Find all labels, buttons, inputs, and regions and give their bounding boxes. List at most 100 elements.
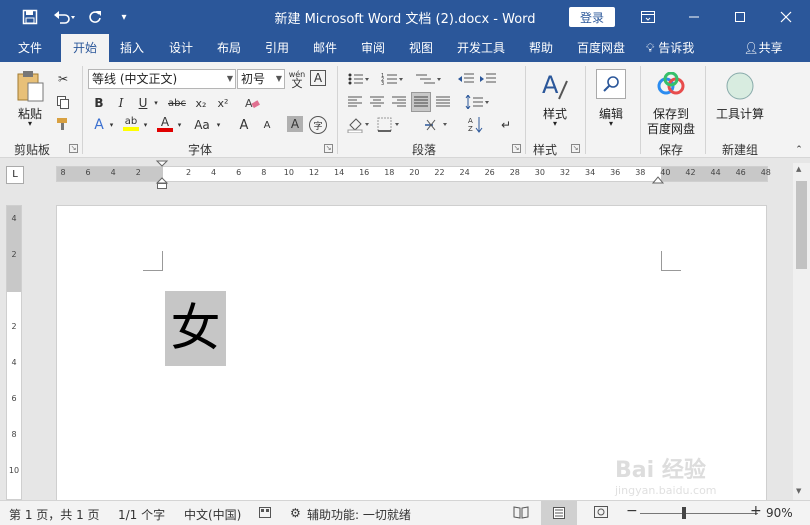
tab-home[interactable]: 开始 bbox=[61, 34, 109, 62]
underline-dropdown-icon[interactable]: ▾ bbox=[151, 94, 161, 112]
cut-icon[interactable]: ✂ bbox=[54, 70, 72, 88]
multilevel-list-icon[interactable] bbox=[414, 70, 442, 88]
clear-formatting-icon[interactable]: A bbox=[242, 94, 262, 112]
paragraph-launcher-icon[interactable]: ↘ bbox=[512, 144, 521, 153]
macro-recording-icon[interactable] bbox=[258, 505, 272, 522]
change-case-icon[interactable]: Aa bbox=[190, 116, 214, 134]
close-icon[interactable] bbox=[763, 0, 809, 34]
font-launcher-icon[interactable]: ↘ bbox=[324, 144, 333, 153]
tab-insert[interactable]: 插入 bbox=[110, 34, 154, 62]
tab-mailings[interactable]: 邮件 bbox=[303, 34, 347, 62]
zoom-in-button[interactable]: + bbox=[750, 503, 762, 519]
align-left-icon[interactable] bbox=[346, 93, 364, 111]
calculator-icon[interactable] bbox=[725, 71, 755, 101]
paste-icon[interactable] bbox=[12, 68, 48, 104]
language-status[interactable]: 中文(中国) bbox=[184, 506, 241, 523]
customize-qat-icon[interactable]: ▾ bbox=[114, 7, 134, 27]
tab-selector-button[interactable]: L bbox=[6, 166, 24, 184]
tool-calc-label[interactable]: 工具计算 bbox=[712, 105, 768, 122]
scroll-up-icon[interactable]: ▲ bbox=[796, 165, 801, 173]
right-indent-marker-icon[interactable] bbox=[652, 172, 666, 184]
line-spacing-icon[interactable] bbox=[464, 93, 492, 111]
show-marks-icon[interactable]: ↵ bbox=[496, 115, 516, 135]
chevron-down-icon[interactable]: ▾ bbox=[107, 116, 116, 134]
phonetic-guide-icon[interactable]: wén 文 bbox=[287, 68, 307, 90]
indent-markers-icon[interactable] bbox=[155, 160, 171, 190]
tab-baidu-pan[interactable]: 百度网盘 bbox=[572, 34, 630, 62]
chevron-down-icon[interactable]: ▾ bbox=[588, 119, 634, 128]
borders-icon[interactable] bbox=[376, 116, 402, 134]
styles-icon[interactable]: A bbox=[540, 70, 570, 104]
accessibility-status[interactable]: 辅助功能: 一切就绪 bbox=[307, 506, 411, 523]
chevron-down-icon[interactable]: ▾ bbox=[141, 116, 150, 134]
numbering-icon[interactable]: 123 bbox=[380, 70, 404, 88]
word-count[interactable]: 1/1 个字 bbox=[118, 506, 165, 523]
vertical-scrollbar[interactable]: ▲ ▼ bbox=[793, 163, 810, 500]
zoom-slider-thumb[interactable] bbox=[682, 507, 686, 519]
tab-review[interactable]: 审阅 bbox=[351, 34, 395, 62]
copy-icon[interactable] bbox=[54, 93, 72, 111]
tell-me-search[interactable]: 💡︎ 告诉我 bbox=[646, 34, 714, 62]
enclose-char-icon[interactable]: 字 bbox=[309, 116, 327, 134]
tab-design[interactable]: 设计 bbox=[159, 34, 203, 62]
redo-icon[interactable] bbox=[85, 7, 105, 27]
tab-view[interactable]: 视图 bbox=[399, 34, 443, 62]
zoom-slider[interactable] bbox=[640, 513, 758, 514]
page-count[interactable]: 第 1 页，共 1 页 bbox=[9, 506, 100, 523]
tab-help[interactable]: 帮助 bbox=[519, 34, 563, 62]
web-layout-icon[interactable] bbox=[593, 505, 609, 522]
strikethrough-icon[interactable]: abc bbox=[165, 94, 189, 112]
bullets-icon[interactable] bbox=[346, 70, 370, 88]
baidu-pan-label[interactable]: 百度网盘 bbox=[644, 120, 698, 137]
sort-icon[interactable]: AZ bbox=[466, 115, 486, 135]
font-name-combo[interactable]: 等线 (中文正文) ▼ bbox=[88, 69, 236, 89]
read-mode-icon[interactable] bbox=[513, 505, 529, 522]
decrease-indent-icon[interactable] bbox=[456, 70, 476, 88]
selected-text[interactable]: 女 bbox=[165, 291, 226, 366]
find-icon[interactable] bbox=[596, 69, 626, 99]
subscript-icon[interactable]: x₂ bbox=[191, 94, 211, 112]
bold-icon[interactable]: B bbox=[90, 94, 108, 112]
paste-dropdown-icon[interactable]: ▾ bbox=[10, 119, 50, 128]
increase-indent-icon[interactable] bbox=[478, 70, 498, 88]
undo-icon[interactable] bbox=[50, 7, 80, 27]
collapse-ribbon-icon[interactable]: ⌃ bbox=[792, 144, 806, 156]
underline-icon[interactable]: U bbox=[134, 94, 152, 112]
align-center-icon[interactable] bbox=[368, 93, 386, 111]
vertical-ruler[interactable]: 4 2 2 4 6 8 10 bbox=[6, 205, 22, 500]
highlight-icon[interactable]: ab bbox=[122, 114, 140, 134]
chevron-down-icon[interactable]: ▾ bbox=[175, 116, 184, 134]
clipboard-launcher-icon[interactable]: ↘ bbox=[69, 144, 78, 153]
justify-icon[interactable] bbox=[411, 92, 431, 112]
char-shading-icon[interactable]: A bbox=[287, 116, 303, 132]
chevron-down-icon[interactable]: ▾ bbox=[532, 119, 578, 128]
chevron-down-icon[interactable]: ▾ bbox=[214, 116, 223, 134]
char-border-icon[interactable]: A bbox=[310, 70, 326, 86]
save-icon[interactable] bbox=[20, 7, 40, 27]
maximize-icon[interactable] bbox=[717, 0, 763, 34]
distributed-icon[interactable] bbox=[434, 93, 452, 111]
baidu-pan-icon[interactable] bbox=[656, 70, 686, 100]
format-painter-icon[interactable] bbox=[54, 115, 72, 133]
zoom-out-button[interactable]: − bbox=[626, 503, 638, 519]
tab-layout[interactable]: 布局 bbox=[207, 34, 251, 62]
tab-references[interactable]: 引用 bbox=[255, 34, 299, 62]
tab-developer[interactable]: 开发工具 bbox=[452, 34, 510, 62]
login-button[interactable]: 登录 bbox=[569, 7, 615, 27]
styles-launcher-icon[interactable]: ↘ bbox=[571, 144, 580, 153]
italic-icon[interactable]: I bbox=[112, 94, 130, 112]
shrink-font-icon[interactable]: A bbox=[258, 116, 276, 134]
scroll-thumb[interactable] bbox=[796, 181, 807, 269]
align-right-icon[interactable] bbox=[390, 93, 408, 111]
shading-icon[interactable] bbox=[346, 116, 372, 134]
zoom-level[interactable]: 90% bbox=[766, 506, 793, 520]
font-color-icon[interactable]: A bbox=[156, 114, 174, 134]
grow-font-icon[interactable]: A bbox=[235, 116, 253, 134]
text-effects-icon[interactable]: A bbox=[91, 116, 107, 134]
accessibility-icon[interactable]: ⚙︎ bbox=[290, 506, 301, 520]
ribbon-display-icon[interactable] bbox=[625, 0, 671, 34]
scroll-down-icon[interactable]: ▼ bbox=[796, 487, 801, 495]
minimize-icon[interactable] bbox=[671, 0, 717, 34]
print-layout-icon[interactable] bbox=[541, 501, 577, 525]
tab-file[interactable]: 文件 bbox=[8, 34, 52, 62]
